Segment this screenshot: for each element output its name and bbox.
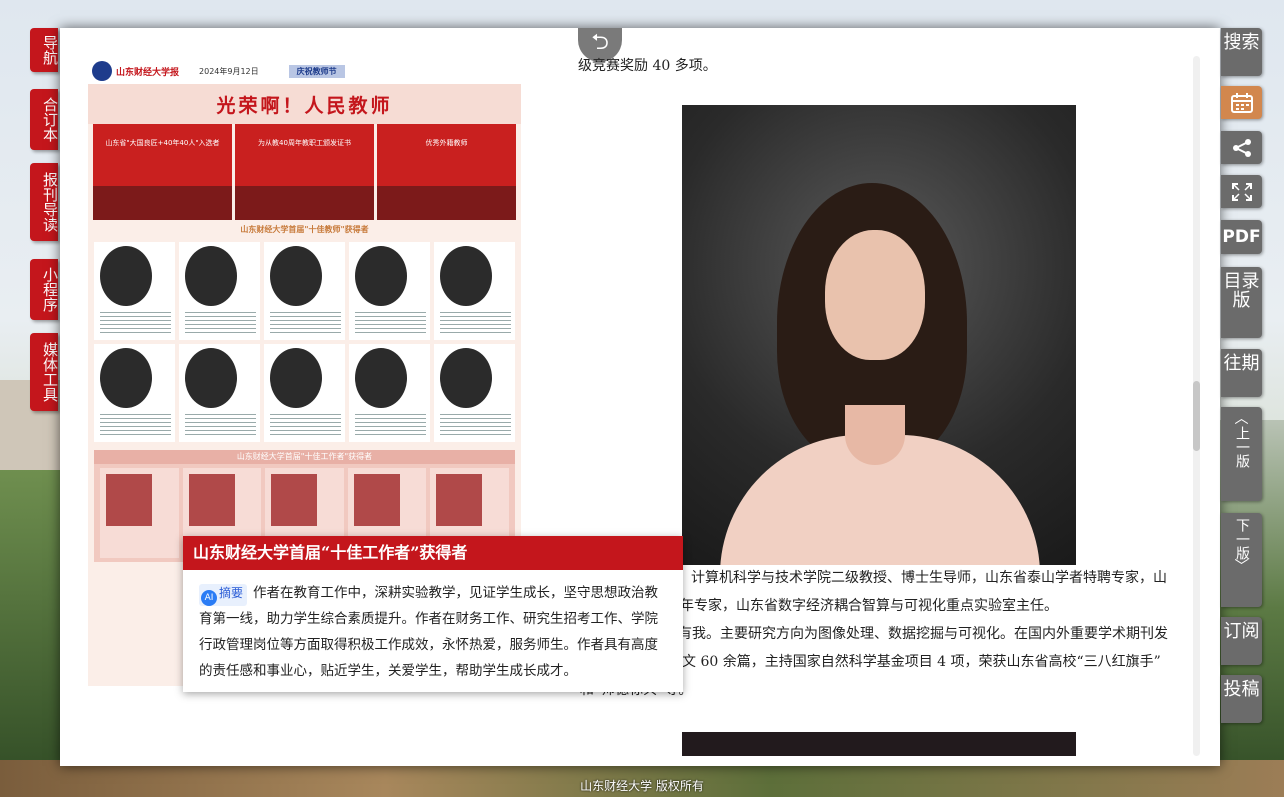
photo-caption: 山东省"大国良匠+40年40人"入选者 bbox=[105, 139, 220, 147]
search-button[interactable]: 搜索 bbox=[1221, 28, 1262, 76]
next-page-button[interactable]: 下一版 ﹀ bbox=[1221, 513, 1262, 607]
popup-body: AI 摘要 作者在教育工作中，深耕实验教学，见证学生成长，坚守思想政治教育第一线，助… bbox=[183, 570, 683, 684]
left-tab-paper-guide[interactable]: 报刊导读 bbox=[30, 163, 59, 241]
left-tab-media-tools[interactable]: 媒体工具 bbox=[30, 333, 59, 411]
article-block[interactable] bbox=[179, 242, 260, 340]
prev-page-label: 上一版 bbox=[1234, 426, 1250, 468]
photo-caption: 优秀外籍教师 bbox=[425, 139, 468, 147]
summary-label: 摘要 bbox=[219, 586, 244, 600]
chevron-up-icon: ︿ bbox=[1234, 411, 1249, 427]
copyright-footer: 山东财经大学 版权所有 bbox=[580, 779, 704, 793]
newspaper-header: 山东财经大学报 2024年9月12日 庆祝教师节 bbox=[88, 58, 521, 84]
portrait-photo bbox=[682, 732, 1076, 756]
submit-button[interactable]: 投稿 bbox=[1221, 675, 1262, 723]
newspaper-section-heading: 山东财经大学首届"十佳工作者"获得者 bbox=[94, 450, 515, 464]
article-block[interactable] bbox=[264, 344, 345, 442]
newspaper-photo[interactable]: 为从教40周年教职工颁发证书 bbox=[235, 124, 374, 220]
article-block[interactable] bbox=[94, 344, 175, 442]
summary-text: 作者在教育工作中，深耕实验教学，见证学生成长，坚守思想政治教育第一线，助力学生综… bbox=[199, 585, 659, 679]
archive-button[interactable]: 往期 bbox=[1221, 349, 1262, 397]
portrait-photo bbox=[682, 105, 1076, 565]
left-tab-mini-program[interactable]: 小程序 bbox=[30, 259, 59, 320]
university-logo-icon bbox=[92, 61, 112, 81]
newspaper-masthead: 山东财经大学报 bbox=[116, 67, 180, 78]
next-page-label: 下一版 bbox=[1234, 518, 1250, 560]
newspaper-photos: 山东省"大国良匠+40年40人"入选者 为从教40周年教职工颁发证书 优秀外籍教… bbox=[88, 124, 521, 220]
chevron-down-icon: ﹀ bbox=[1234, 559, 1249, 575]
pdf-button[interactable]: PDF bbox=[1221, 220, 1262, 254]
newspaper-photo[interactable]: 优秀外籍教师 bbox=[377, 124, 516, 220]
teacher-grid bbox=[88, 240, 521, 444]
left-tab-navigation[interactable]: 导航 bbox=[30, 28, 59, 72]
subscribe-button[interactable]: 订阅 bbox=[1221, 617, 1262, 665]
article-block[interactable] bbox=[264, 242, 345, 340]
share-icon[interactable] bbox=[1221, 131, 1262, 164]
article-block[interactable] bbox=[349, 242, 430, 340]
newspaper-section-heading: 山东财经大学首届"十佳教师"获得者 bbox=[240, 225, 369, 234]
newspaper-photo[interactable]: 山东省"大国良匠+40年40人"入选者 bbox=[93, 124, 232, 220]
article-block[interactable] bbox=[94, 242, 175, 340]
newspaper-banner: 光荣啊！人民教师 bbox=[88, 84, 521, 124]
fullscreen-icon[interactable] bbox=[1221, 175, 1262, 208]
article-summary-popup: 山东财经大学首届“十佳工作者”获得者 AI 摘要 作者在教育工作中，深耕实验教学，见… bbox=[183, 536, 683, 692]
article-block[interactable] bbox=[179, 344, 260, 442]
article-block[interactable] bbox=[100, 468, 179, 558]
ai-icon: AI bbox=[201, 590, 217, 606]
article-block[interactable] bbox=[434, 242, 515, 340]
article-block[interactable] bbox=[434, 344, 515, 442]
article-block[interactable] bbox=[349, 344, 430, 442]
scrollbar[interactable] bbox=[1193, 56, 1200, 756]
prev-page-button[interactable]: ︿ 上一版 bbox=[1221, 407, 1262, 501]
newspaper-date: 2024年9月12日 bbox=[199, 66, 259, 76]
scrollbar-thumb[interactable] bbox=[1193, 381, 1200, 451]
ai-summary-badge: AI 摘要 bbox=[199, 584, 248, 606]
calendar-icon[interactable] bbox=[1221, 86, 1262, 119]
popup-title: 山东财经大学首届“十佳工作者”获得者 bbox=[183, 536, 683, 570]
left-tab-bound-volume[interactable]: 合订本 bbox=[30, 89, 59, 150]
article-text: 级竞赛奖励 40 多项。 bbox=[578, 58, 717, 74]
photo-caption: 为从教40周年教职工颁发证书 bbox=[258, 139, 351, 147]
background-trees-left bbox=[0, 470, 60, 797]
newspaper-section: 庆祝教师节 bbox=[288, 64, 345, 78]
catalog-button[interactable]: 目录版 bbox=[1221, 267, 1262, 338]
